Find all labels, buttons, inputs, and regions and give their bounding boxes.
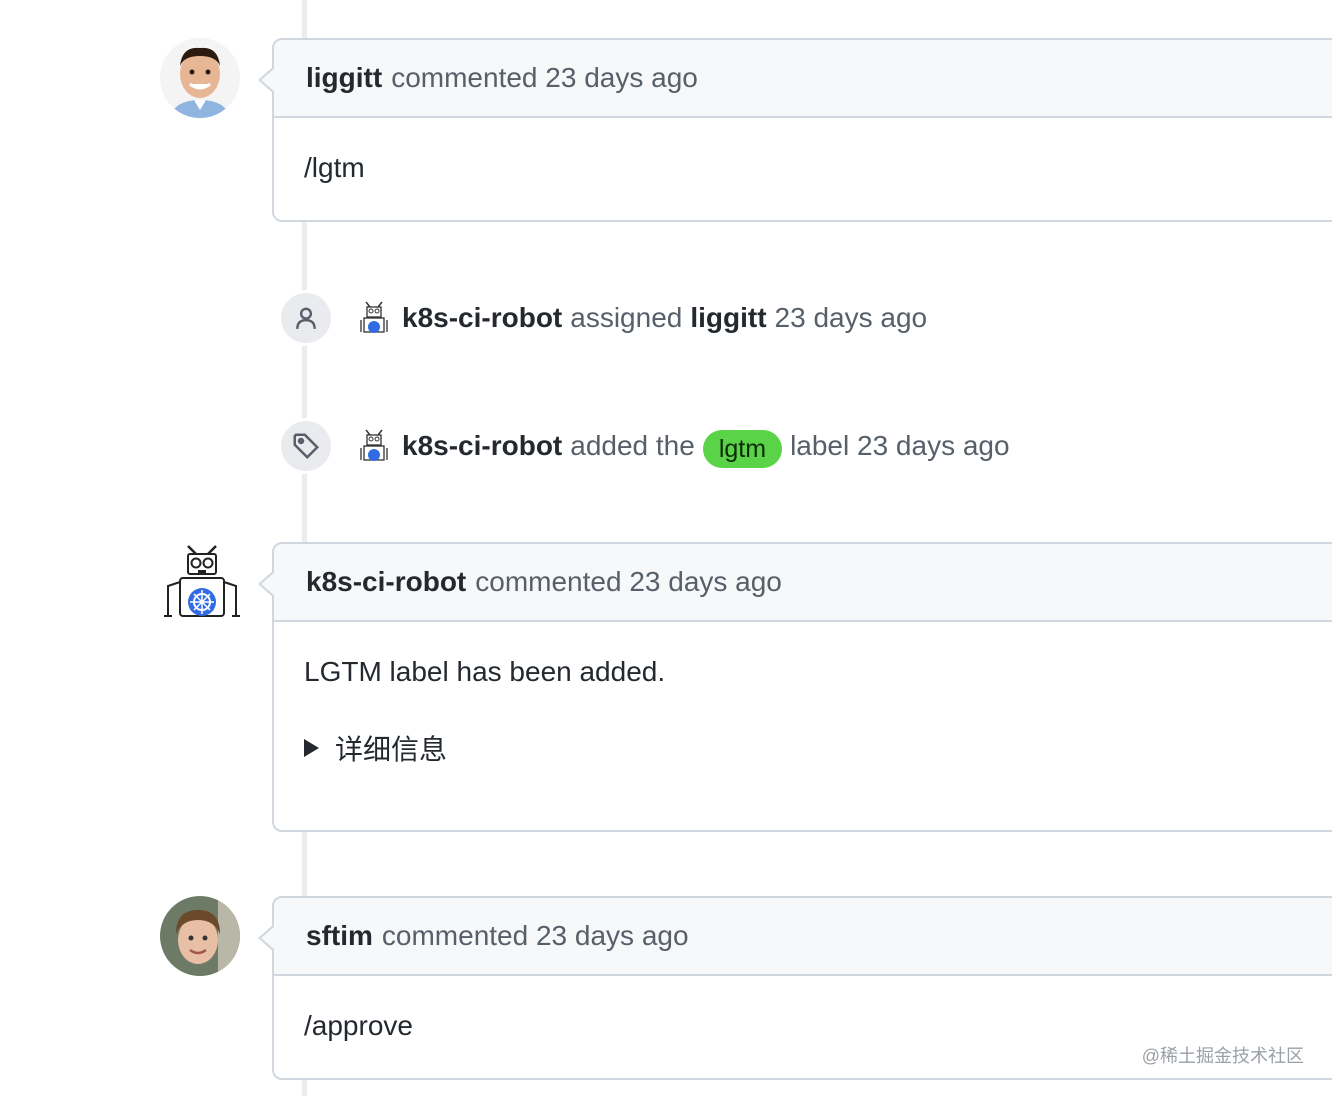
comment-timestamp[interactable]: commented 23 days ago [391, 62, 698, 94]
comment-header: k8s-ci-robot commented 23 days ago [274, 544, 1332, 622]
avatar-sftim[interactable] [160, 896, 240, 976]
tag-icon [293, 433, 320, 460]
details-summary[interactable]: 详细信息 [335, 728, 447, 768]
event-target[interactable]: liggitt [690, 302, 766, 334]
event-assigned: k8s-ci-robot assigned liggitt 23 days ag… [354, 296, 927, 340]
event-actor[interactable]: k8s-ci-robot [402, 430, 562, 462]
robot-avatar-icon[interactable] [354, 426, 394, 466]
label-lgtm[interactable]: lgtm [702, 430, 783, 468]
person-icon [296, 307, 316, 329]
comment-text: LGTM label has been added. [304, 656, 666, 687]
comment-author[interactable]: k8s-ci-robot [306, 566, 466, 598]
comment-arrow [258, 66, 275, 94]
avatar-liggitt[interactable] [160, 38, 240, 118]
comment-body: LGTM label has been added. 详细信息 [274, 622, 1332, 768]
comment-arrow [258, 924, 275, 952]
comment-timestamp[interactable]: commented 23 days ago [475, 566, 782, 598]
comment-body: /approve [304, 1010, 413, 1041]
disclosure-triangle-icon[interactable] [304, 739, 319, 757]
event-time[interactable]: 23 days ago [775, 302, 928, 334]
event-badge-labeled [278, 418, 334, 474]
avatar-k8s-ci-robot[interactable] [162, 542, 242, 622]
comment-body: /lgtm [304, 152, 365, 183]
event-suffix: label 23 days ago [790, 430, 1010, 461]
comment-k8s-ci-robot: k8s-ci-robot commented 23 days ago LGTM … [258, 542, 1332, 832]
event-verb: assigned [570, 302, 683, 333]
event-badge-assigned [278, 290, 334, 346]
event-actor[interactable]: k8s-ci-robot [402, 302, 562, 334]
event-labeled: k8s-ci-robot added the lgtm label 23 day… [354, 424, 1010, 468]
watermark: @稀土掘金技术社区 [1141, 1046, 1304, 1066]
comment-liggitt: liggitt commented 23 days ago /lgtm [258, 38, 1332, 222]
comment-arrow [258, 570, 275, 598]
comment-timestamp[interactable]: commented 23 days ago [382, 920, 689, 952]
issue-timeline: liggitt commented 23 days ago /lgtm k8s-… [0, 0, 1332, 1096]
comment-author[interactable]: sftim [306, 920, 373, 952]
comment-header: sftim commented 23 days ago [274, 898, 1332, 976]
event-verb: added the [570, 430, 695, 461]
robot-avatar-icon[interactable] [354, 298, 394, 338]
comment-header: liggitt commented 23 days ago [274, 40, 1332, 118]
comment-author[interactable]: liggitt [306, 62, 382, 94]
details-toggle[interactable]: 详细信息 [304, 728, 1320, 768]
